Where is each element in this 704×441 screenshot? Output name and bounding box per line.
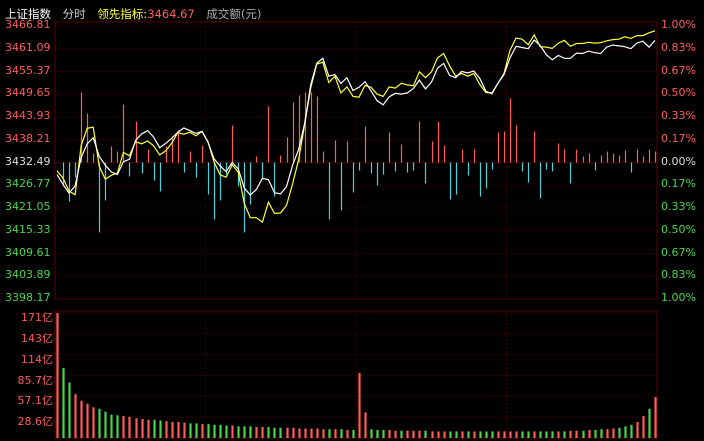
percent-tick-label: 1.00%	[661, 18, 696, 31]
leading-index-value: 3464.67	[147, 7, 195, 21]
percent-tick-label: 1.00%	[661, 291, 696, 304]
volume-tick-label: 57.1亿	[17, 394, 54, 408]
price-tick-label: 3443.93	[5, 109, 51, 122]
percent-tick-label: 0.67%	[661, 245, 696, 259]
price-tick-label: 3449.65	[5, 86, 51, 100]
percent-tick-label: 0.50%	[661, 222, 696, 236]
price-tick-label: 3461.09	[5, 40, 51, 54]
intraday-chart[interactable]	[0, 0, 704, 441]
volume-tick-label: 143亿	[21, 331, 53, 345]
price-tick-label: 3455.37	[5, 63, 51, 77]
price-tick-label: 3421.05	[5, 200, 51, 213]
percent-tick-label: 0.33%	[661, 109, 696, 122]
price-tick-label: 3432.49	[5, 154, 51, 168]
percent-tick-label: 0.00%	[661, 154, 696, 168]
price-tick-label: 3403.89	[5, 268, 51, 282]
period-label[interactable]: 分时	[63, 7, 86, 21]
volume-panel-frame	[54, 310, 658, 439]
volume-tick-label: 114亿	[21, 352, 53, 366]
volume-tick-label: 28.6亿	[17, 415, 54, 429]
price-tick-label: 3398.17	[5, 291, 51, 304]
percent-tick-label: 0.67%	[661, 63, 696, 77]
volume-label: 成交额(元)	[206, 7, 262, 21]
percent-tick-label: 0.83%	[661, 40, 696, 54]
price-tick-label: 3426.77	[5, 177, 51, 191]
volume-tick-label: 85.7亿	[17, 373, 54, 387]
percent-tick-label: 0.50%	[661, 86, 696, 100]
percent-tick-label: 0.33%	[661, 200, 696, 213]
price-tick-label: 3438.21	[5, 131, 51, 145]
market-chart-window: 上证指数 分时 领先指标:3464.67 成交额(元) 3466.81 3461.…	[0, 0, 704, 441]
percent-tick-label: 0.83%	[661, 268, 696, 282]
volume-tick-label: 171亿	[21, 311, 53, 324]
price-tick-label: 3409.61	[5, 245, 51, 259]
percent-tick-label: 0.17%	[661, 131, 696, 145]
percent-tick-label: 0.17%	[661, 177, 696, 191]
price-tick-label: 3415.33	[5, 222, 51, 236]
price-tick-label: 3466.81	[5, 18, 51, 31]
leading-index-label: 领先指标:	[97, 7, 148, 21]
